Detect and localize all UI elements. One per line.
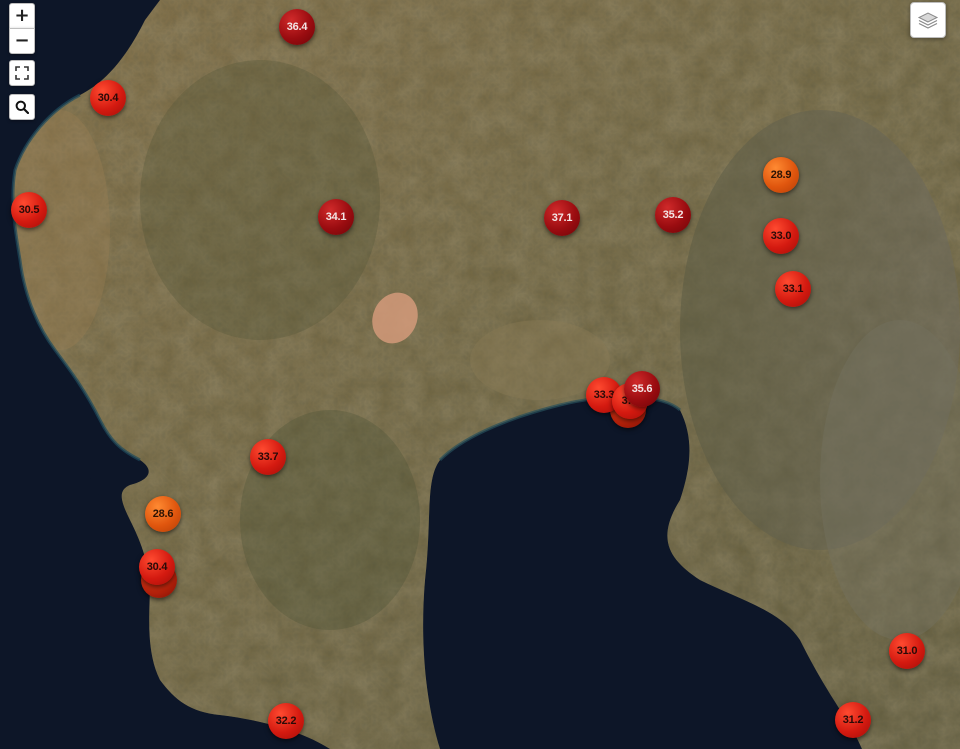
temperature-marker[interactable]: 33.7	[250, 439, 286, 475]
fullscreen-icon	[15, 66, 29, 80]
fullscreen-button[interactable]	[9, 60, 35, 86]
temperature-marker[interactable]: 30.4	[90, 80, 126, 116]
marker-label: 33.7	[257, 451, 279, 463]
temperature-marker[interactable]: 30.4	[139, 549, 175, 585]
marker-label: 35.6	[631, 383, 653, 395]
marker-label: 31.2	[842, 714, 864, 726]
search-icon	[15, 100, 29, 114]
plus-icon: +	[14, 5, 30, 26]
marker-label: 33.0	[770, 230, 792, 242]
temperature-marker[interactable]: 30.5	[11, 192, 47, 228]
temperature-marker[interactable]: 35.2	[655, 197, 691, 233]
temperature-marker[interactable]: 31.0	[889, 633, 925, 669]
temperature-marker[interactable]: 32.2	[268, 703, 304, 739]
minus-icon: −	[14, 30, 30, 51]
marker-label: 34.1	[325, 211, 347, 223]
marker-label: 30.4	[97, 92, 119, 104]
temperature-marker[interactable]: 36.4	[279, 9, 315, 45]
terrain-imagery	[0, 0, 960, 749]
temperature-marker[interactable]: 33.0	[763, 218, 799, 254]
temperature-marker[interactable]: 28.9	[763, 157, 799, 193]
satellite-map[interactable]: + − 36.4 30.4 30.5 34.1 37.1 35.2 28.9 3…	[0, 0, 960, 749]
marker-label: 35.2	[662, 209, 684, 221]
temperature-marker[interactable]: 37.1	[544, 200, 580, 236]
marker-label: 37.1	[551, 212, 573, 224]
marker-label: 28.6	[152, 508, 174, 520]
temperature-marker[interactable]: 34.1	[318, 199, 354, 235]
marker-label: 36.4	[286, 21, 308, 33]
temperature-marker[interactable]: 28.6	[145, 496, 181, 532]
layers-icon	[917, 12, 939, 29]
marker-label: 30.4	[146, 561, 168, 573]
search-button[interactable]	[9, 94, 35, 120]
zoom-out-button[interactable]: −	[9, 28, 35, 54]
marker-label: 32.2	[275, 715, 297, 727]
marker-label: 33.1	[782, 283, 804, 295]
marker-label: 31.0	[896, 645, 918, 657]
marker-label: 30.5	[18, 204, 40, 216]
temperature-marker[interactable]: 33.1	[775, 271, 811, 307]
marker-label: 28.9	[770, 169, 792, 181]
zoom-in-button[interactable]: +	[9, 3, 35, 28]
temperature-marker[interactable]: 35.6	[624, 371, 660, 407]
temperature-marker[interactable]: 31.2	[835, 702, 871, 738]
layers-button[interactable]	[910, 2, 946, 38]
